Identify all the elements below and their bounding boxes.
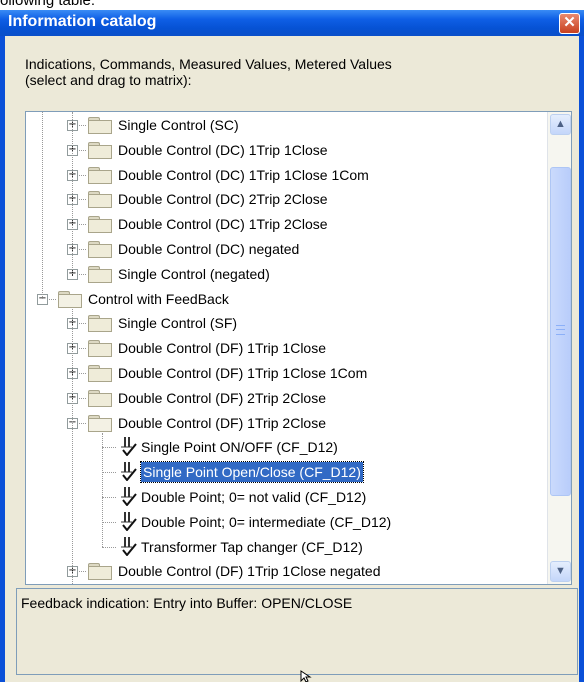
folder-icon [88, 265, 112, 283]
tree-item[interactable]: + Double Control (DF) 1Trip 1Close 1Com [26, 361, 546, 385]
tree-item-label[interactable]: Single Point Open/Close (CF_D12) [140, 461, 364, 484]
title-bar[interactable]: Information catalog ✕ [0, 10, 584, 36]
open-folder-icon [88, 414, 112, 432]
tree-item-label[interactable]: Double Control (DF) 1Trip 1Close [118, 338, 326, 358]
information-catalog-window: Information catalog ✕ Indications, Comma… [0, 10, 584, 682]
tree-connector [102, 546, 116, 548]
tree-connector [102, 447, 116, 449]
scroll-thumb[interactable] [550, 167, 571, 496]
tree-item[interactable]: + Double Control (DC) 2Trip 2Close [26, 187, 546, 211]
tree-item[interactable]: + Double Control (DF) 1Trip 1Close [26, 336, 546, 360]
vertical-scrollbar[interactable]: ▲ ▼ [547, 112, 571, 584]
tree-item[interactable]: + Double Control (DF) 2Trip 2Close [26, 386, 546, 410]
tree-item[interactable]: + Double Control (DF) 1Trip 1Close negate… [26, 559, 546, 583]
catalog-tree[interactable]: ▲ ▼ + Single Control (SC) + Double Control … [25, 111, 572, 585]
mouse-pointer-icon [300, 670, 312, 682]
status-panel: Feedback indication: Entry into Buffer: … [16, 588, 578, 675]
window-title: Information catalog [8, 13, 157, 30]
tree-item-label[interactable]: Double Control (DC) negated [118, 239, 299, 259]
tree-connector [102, 521, 116, 523]
tree-item-label[interactable]: Single Point ON/OFF (CF_D12) [141, 437, 338, 457]
folder-icon [88, 340, 112, 358]
tree-item-label[interactable]: Transformer Tap changer (CF_D12) [141, 537, 363, 557]
folder-icon [88, 166, 112, 184]
description-line-1: Indications, Commands, Measured Values, … [25, 56, 392, 72]
background-text: ollowing table: [0, 0, 96, 9]
dialog-body: Indications, Commands, Measured Values, … [5, 36, 579, 682]
tree-item[interactable]: + Double Control (DC) negated [26, 237, 546, 261]
indication-icon [118, 536, 140, 557]
open-folder-icon [58, 290, 82, 308]
folder-icon [88, 365, 112, 382]
tree-item-label[interactable]: Double Control (DF) 1Trip 1Close negated [118, 561, 381, 581]
tree-item[interactable]: Single Point Open/Close (CF_D12) [26, 460, 546, 484]
tree-guide-line [72, 308, 73, 584]
tree-item[interactable]: Double Point; 0= intermediate (CF_D12) [26, 510, 546, 534]
scroll-down-button[interactable]: ▼ [550, 561, 571, 582]
folder-icon [88, 141, 112, 159]
close-button[interactable]: ✕ [559, 13, 580, 34]
folder-icon [88, 216, 112, 234]
tree-connector [102, 497, 116, 498]
tree-item[interactable]: + Single Control (SC) [26, 113, 546, 137]
tree-guide-line [102, 432, 103, 547]
indication-icon [118, 461, 140, 482]
folder-icon [88, 315, 112, 333]
tree-item-label[interactable]: Double Control (DF) 1Trip 1Close 1Com [118, 363, 367, 383]
tree-item-label[interactable]: Double Point; 0= intermediate (CF_D12) [141, 512, 391, 532]
tree-guide-line [72, 112, 73, 274]
tree-item-label[interactable]: Single Control (SC) [118, 115, 239, 135]
tree-item[interactable]: Single Point ON/OFF (CF_D12) [26, 435, 546, 459]
tree-item[interactable]: Transformer Tap changer (CF_D12) [26, 535, 546, 559]
indication-icon [118, 436, 140, 457]
folder-icon [88, 241, 112, 258]
folder-icon [88, 389, 112, 407]
folder-icon [88, 563, 112, 581]
tree-item[interactable]: + Single Control (SF) [26, 311, 546, 335]
tree-item[interactable]: Double Point; 0= not valid (CF_D12) [26, 485, 546, 509]
description: Indications, Commands, Measured Values, … [25, 56, 392, 88]
status-text: Feedback indication: Entry into Buffer: … [21, 595, 353, 611]
tree-item[interactable]: + Single Control (negated) [26, 262, 546, 286]
tree-item-label[interactable]: Double Point; 0= not valid (CF_D12) [141, 487, 366, 507]
tree-guide-line [42, 112, 43, 299]
tree-item-label[interactable]: Double Control (DC) 1Trip 2Close [118, 214, 328, 234]
tree-item-label[interactable]: Double Control (DF) 2Trip 2Close [118, 388, 326, 408]
tree-item[interactable]: + Double Control (DC) 1Trip 1Close [26, 138, 546, 162]
indication-icon [118, 511, 140, 532]
background-page: ollowing table: [0, 0, 584, 10]
scroll-up-button[interactable]: ▲ [550, 114, 571, 135]
description-line-2: (select and drag to matrix): [25, 72, 192, 88]
tree-item-label[interactable]: Double Control (DF) 1Trip 2Close [118, 413, 326, 433]
folder-icon [88, 117, 112, 134]
tree-item-label[interactable]: Single Control (negated) [118, 264, 270, 284]
tree-item[interactable]: + Double Control (DC) 1Trip 2Close [26, 212, 546, 236]
tree-item-label[interactable]: Control with FeedBack [88, 289, 229, 309]
tree-item[interactable]: − Control with FeedBack [26, 287, 546, 311]
tree-item-label[interactable]: Double Control (DC) 1Trip 1Close [118, 140, 328, 160]
tree-item-label[interactable]: Double Control (DC) 1Trip 1Close 1Com [118, 165, 369, 185]
tree-item-label[interactable]: Single Control (SF) [118, 313, 237, 333]
tree-connector [102, 472, 116, 474]
tree-item[interactable]: + Double Control (DC) 1Trip 1Close 1Com [26, 163, 546, 187]
tree-item-label[interactable]: Double Control (DC) 2Trip 2Close [118, 189, 328, 209]
folder-icon [88, 191, 112, 209]
indication-icon [118, 486, 140, 507]
tree-item[interactable]: − Double Control (DF) 1Trip 2Close [26, 411, 546, 435]
grip-icon [556, 325, 565, 335]
